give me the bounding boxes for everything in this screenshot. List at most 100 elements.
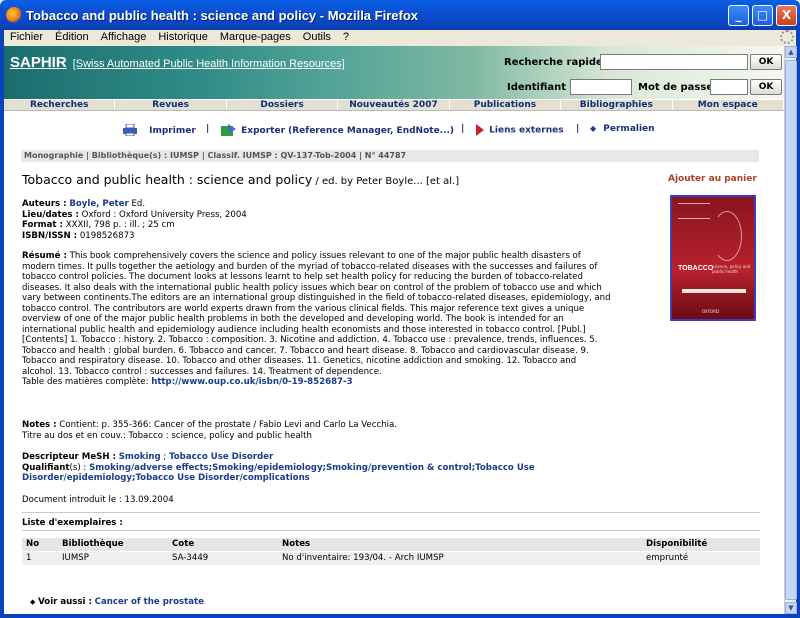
export-icon: [221, 124, 236, 136]
resume-text: This book comprehensively covers the sci…: [22, 251, 611, 377]
table-header-row: No Bibliothèque Cote Notes Disponibilité: [22, 538, 760, 551]
toolbar-separator: |: [206, 124, 210, 134]
printer-icon: [123, 124, 137, 136]
cover-publisher: OXFORD: [702, 309, 719, 314]
nav-dossiers[interactable]: Dossiers: [227, 100, 339, 110]
qualifiant-label: Qualifiant: [22, 462, 70, 473]
login-input[interactable]: [570, 79, 632, 95]
export-tool[interactable]: Exporter (Reference Manager, EndNote...): [220, 124, 454, 136]
col-disponibilite: Disponibilité: [642, 538, 760, 551]
password-label: Mot de passe :: [638, 82, 721, 93]
cell-cote: SA-3449: [168, 550, 278, 565]
classification-bar: Monographie | Bibliothèque(s) : IUMSP | …: [21, 150, 759, 162]
see-also: ◆ Voir aussi : Cancer of the prostate: [30, 597, 204, 607]
notes-line-1: Contient: p. 355-366: Cancer of the pros…: [56, 420, 398, 430]
external-links-tool[interactable]: Liens externes: [474, 124, 564, 136]
site-subtitle[interactable]: [Swiss Automated Public Health Informati…: [73, 58, 345, 70]
mesh-link-tobacco-use-disorder[interactable]: Tobacco Use Disorder: [169, 452, 273, 462]
page-content: SAPHIR [Swiss Automated Public Health Inf…: [4, 46, 784, 614]
lieu-value: Oxford : Oxford University Press, 2004: [78, 209, 247, 220]
menu-fichier[interactable]: Fichier: [4, 30, 49, 45]
maximize-button[interactable]: □: [752, 5, 773, 26]
mesh-label: Descripteur MeSH :: [22, 452, 116, 462]
vertical-scrollbar[interactable]: ▲ ▼: [784, 46, 797, 614]
main-nav: Recherches Revues Dossiers Nouveautés 20…: [4, 99, 784, 111]
see-also-label: Voir aussi :: [38, 597, 92, 607]
scroll-down-icon[interactable]: ▼: [785, 602, 797, 614]
quick-search-ok-button[interactable]: OK: [750, 54, 782, 70]
bullet-icon: ◆: [30, 598, 36, 606]
see-also-link[interactable]: Cancer of the prostate: [95, 597, 204, 607]
menu-help[interactable]: ?: [337, 30, 355, 45]
lieu-label: Lieu/dates :: [22, 209, 79, 220]
qualifiant-link[interactable]: Smoking/adverse effects: [89, 463, 209, 473]
site-logo[interactable]: SAPHIR [Swiss Automated Public Health Inf…: [10, 54, 345, 71]
col-cote: Cote: [168, 538, 278, 551]
nav-recherches[interactable]: Recherches: [4, 100, 116, 110]
minimize-button[interactable]: _: [728, 5, 749, 26]
qualifiant-link[interactable]: Smoking/prevention & control: [326, 463, 472, 473]
password-input[interactable]: [710, 79, 748, 95]
menu-affichage[interactable]: Affichage: [95, 30, 153, 45]
cell-disponibilite: emprunté: [642, 550, 760, 565]
add-to-cart-link[interactable]: Ajouter au panier: [668, 174, 757, 184]
qualifiant-link[interactable]: Tobacco Use Disorder/complications: [135, 473, 309, 483]
copies-table: No Bibliothèque Cote Notes Disponibilité…: [22, 538, 760, 565]
login-ok-button[interactable]: OK: [750, 79, 782, 95]
title-bar: Tobacco and public health : science and …: [0, 0, 800, 30]
nav-nouveautes[interactable]: Nouveautés 2007: [338, 100, 450, 110]
table-row: 1 IUMSP SA-3449 No d'inventaire: 193/04.…: [22, 550, 760, 565]
toolbar-separator: |: [576, 124, 580, 134]
menu-marque-pages[interactable]: Marque-pages: [214, 30, 297, 45]
divider: [22, 512, 760, 513]
quick-search-label: Recherche rapide :: [504, 57, 611, 68]
col-bibliotheque: Bibliothèque: [58, 538, 168, 551]
firefox-icon: [6, 7, 22, 23]
divider: [22, 530, 760, 531]
auteurs-label: Auteurs :: [22, 199, 67, 209]
author-link[interactable]: Boyle, Peter: [69, 199, 128, 209]
external-link-icon: [476, 124, 484, 136]
toc-link[interactable]: http://www.oup.co.uk/isbn/0-19-852687-3: [151, 377, 352, 387]
nav-bibliographies[interactable]: Bibliographies: [561, 100, 673, 110]
book-cover-image: TOBACCO science, policy and public healt…: [670, 195, 756, 321]
isbn-value: 0198526873: [77, 230, 135, 241]
format-label: Format :: [22, 220, 63, 230]
scroll-up-icon[interactable]: ▲: [785, 46, 797, 58]
menu-edition[interactable]: Édition: [49, 30, 95, 45]
notes: Notes : Contient: p. 355-366: Cancer of …: [22, 420, 622, 441]
col-no: No: [22, 538, 58, 551]
document-date: Document introduit le : 13.09.2004: [22, 495, 174, 505]
qualifiant-link[interactable]: Smoking/epidemiology: [212, 463, 322, 473]
resume-label: Résumé :: [22, 251, 67, 261]
menu-outils[interactable]: Outils: [297, 30, 337, 45]
scroll-thumb[interactable]: [785, 60, 797, 600]
notes-line-2: Titre au dos et en couv.: Tobacco : scie…: [22, 430, 312, 441]
nav-mon-espace[interactable]: Mon espace: [673, 100, 784, 110]
record-title: Tobacco and public health : science and …: [22, 172, 460, 187]
abstract: Résumé : This book comprehensively cover…: [22, 251, 612, 388]
cover-subtitle: science, policy and public health: [712, 264, 751, 274]
diamond-icon: ◆: [590, 124, 597, 133]
close-button[interactable]: X: [776, 5, 797, 26]
col-notes: Notes: [278, 538, 642, 551]
cover-title: TOBACCO: [678, 265, 714, 272]
record-responsibility: / ed. by Peter Boyle... [et al.]: [312, 176, 460, 187]
window-title: Tobacco and public health : science and …: [26, 8, 418, 23]
cell-no: 1: [22, 550, 58, 565]
window-frame-bottom: [0, 614, 800, 618]
descriptors: Descripteur MeSH : Smoking ; Tobacco Use…: [22, 452, 535, 483]
author-role: Ed.: [128, 199, 146, 209]
mesh-link-smoking[interactable]: Smoking: [119, 452, 161, 462]
format-value: XXXII, 798 p. : ill. ; 25 cm: [62, 220, 175, 230]
print-tool[interactable]: Imprimer: [122, 124, 196, 136]
isbn-label: ISBN/ISSN :: [22, 230, 78, 241]
cell-notes: No d'inventaire: 193/04. - Arch IUMSP: [278, 550, 642, 565]
permalink-tool[interactable]: ◆ Permalien: [590, 124, 655, 134]
menu-historique[interactable]: Historique: [152, 30, 214, 45]
nav-revues[interactable]: Revues: [115, 100, 227, 110]
quick-search-input[interactable]: [600, 54, 748, 70]
cell-bibliotheque: IUMSP: [58, 550, 168, 565]
login-label: Identifiant :: [507, 82, 574, 93]
nav-publications[interactable]: Publications: [450, 100, 562, 110]
